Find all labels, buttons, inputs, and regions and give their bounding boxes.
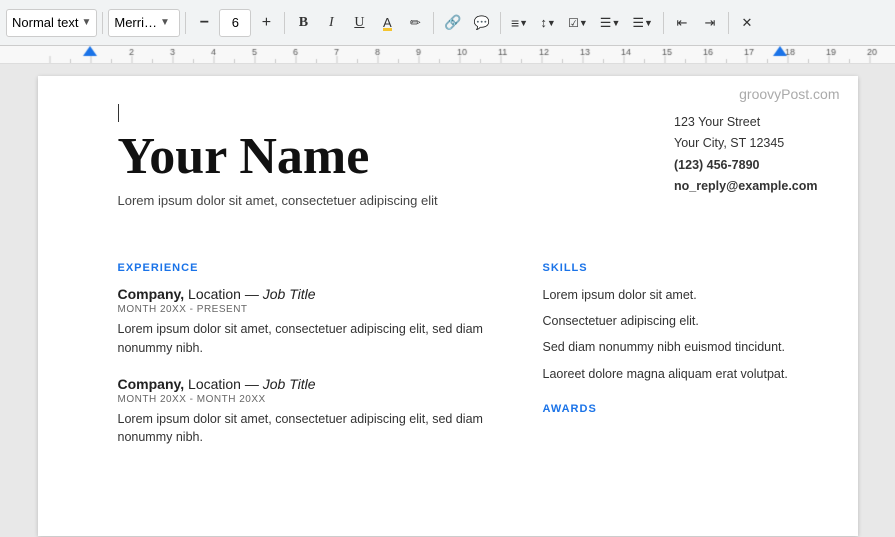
font-label: Merri… [114,15,157,30]
job-1: Company, Location — Job Title MONTH 20XX… [118,286,503,358]
clear-formatting-button[interactable]: ✕ [734,9,760,37]
experience-title: EXPERIENCE [118,262,503,274]
cursor [118,104,119,122]
style-label: Normal text [12,15,78,30]
name-section: Your Name Lorem ipsum dolor sit amet, co… [118,104,438,238]
job-2: Company, Location — Job Title MONTH 20XX… [118,376,503,448]
checklist-icon: ☑ [568,16,579,30]
font-size-input[interactable] [219,9,251,37]
checklist-button[interactable]: ☑ ▼ [563,9,593,37]
bullet-list-button[interactable]: ☰ ▼ [595,9,626,37]
skill-1: Lorem ipsum dolor sit amet. [543,286,818,304]
font-arrow-icon: ▼ [160,17,170,28]
font-select[interactable]: Merri… ▼ [108,9,180,37]
font-size-decrease-button[interactable]: − [191,9,217,37]
divider-7 [728,12,729,34]
contact-email: no_reply@example.com [674,176,818,197]
style-arrow-icon: ▼ [81,17,91,28]
underline-button[interactable]: U [346,9,372,37]
job-1-desc: Lorem ipsum dolor sit amet, consectetuer… [118,320,503,358]
divider-3 [284,12,285,34]
job-2-dates: MONTH 20XX - MONTH 20XX [118,394,503,405]
job-2-title-line: Company, Location — Job Title [118,376,503,392]
job-2-company: Company, [118,376,185,392]
page: groovyPost.com Your Name Lorem ipsum dol… [38,76,858,536]
indent-increase-button[interactable]: ⇥ [697,9,723,37]
divider-6 [663,12,664,34]
job-1-location: Location — [188,286,263,302]
skills-title: SKILLS [543,262,818,274]
font-size-increase-button[interactable]: + [253,9,279,37]
experience-section: EXPERIENCE Company, Location — Job Title… [118,262,503,465]
job-2-role: Job Title [263,376,316,392]
toolbar: Normal text ▼ Merri… ▼ − + B I U A ✏ 🔗 💬… [0,0,895,46]
divider-2 [185,12,186,34]
job-1-title-line: Company, Location — Job Title [118,286,503,302]
italic-button[interactable]: I [318,9,344,37]
skill-2: Consectetuer adipiscing elit. [543,312,818,330]
skill-4: Laoreet dolore magna aliquam erat volutp… [543,365,818,383]
skills-section: SKILLS Lorem ipsum dolor sit amet. Conse… [533,262,818,465]
divider-5 [500,12,501,34]
divider-1 [102,12,103,34]
contact-line2: Your City, ST 12345 [674,133,818,154]
name-heading: Your Name [118,128,438,185]
align-button[interactable]: ≡ ▼ [506,9,533,37]
job-1-dates: MONTH 20XX - PRESENT [118,304,503,315]
indent-decrease-button[interactable]: ⇤ [669,9,695,37]
contact-phone: (123) 456-7890 [674,155,818,176]
job-2-location: Location — [188,376,263,392]
comment-button[interactable]: 💬 [469,9,495,37]
ruler [0,46,895,64]
contact-line1: 123 Your Street [674,112,818,133]
job-2-desc: Lorem ipsum dolor sit amet, consectetuer… [118,410,503,448]
bold-button[interactable]: B [290,9,316,37]
divider-4 [433,12,434,34]
job-1-company: Company, [118,286,185,302]
font-color-label: A [383,15,392,30]
contact-block: 123 Your Street Your City, ST 12345 (123… [674,104,818,197]
font-color-button[interactable]: A [374,9,400,37]
numbered-list-button[interactable]: ☰ ▼ [627,9,658,37]
highlight-button[interactable]: ✏ [402,9,428,37]
numbered-icon: ☰ [632,15,644,31]
awards-title: AWARDS [543,403,818,415]
skill-3: Sed diam nonummy nibh euismod tincidunt. [543,338,818,356]
bullet-icon: ☰ [600,15,612,31]
document-area[interactable]: groovyPost.com Your Name Lorem ipsum dol… [0,64,895,537]
style-select[interactable]: Normal text ▼ [6,9,97,37]
tagline: Lorem ipsum dolor sit amet, consectetuer… [118,193,438,208]
resume-body: EXPERIENCE Company, Location — Job Title… [118,262,818,465]
job-1-role: Job Title [263,286,316,302]
align-icon: ≡ [511,15,519,31]
watermark: groovyPost.com [739,86,839,102]
line-spacing-button[interactable]: ↕ ▼ [535,9,561,37]
link-button[interactable]: 🔗 [439,9,466,37]
